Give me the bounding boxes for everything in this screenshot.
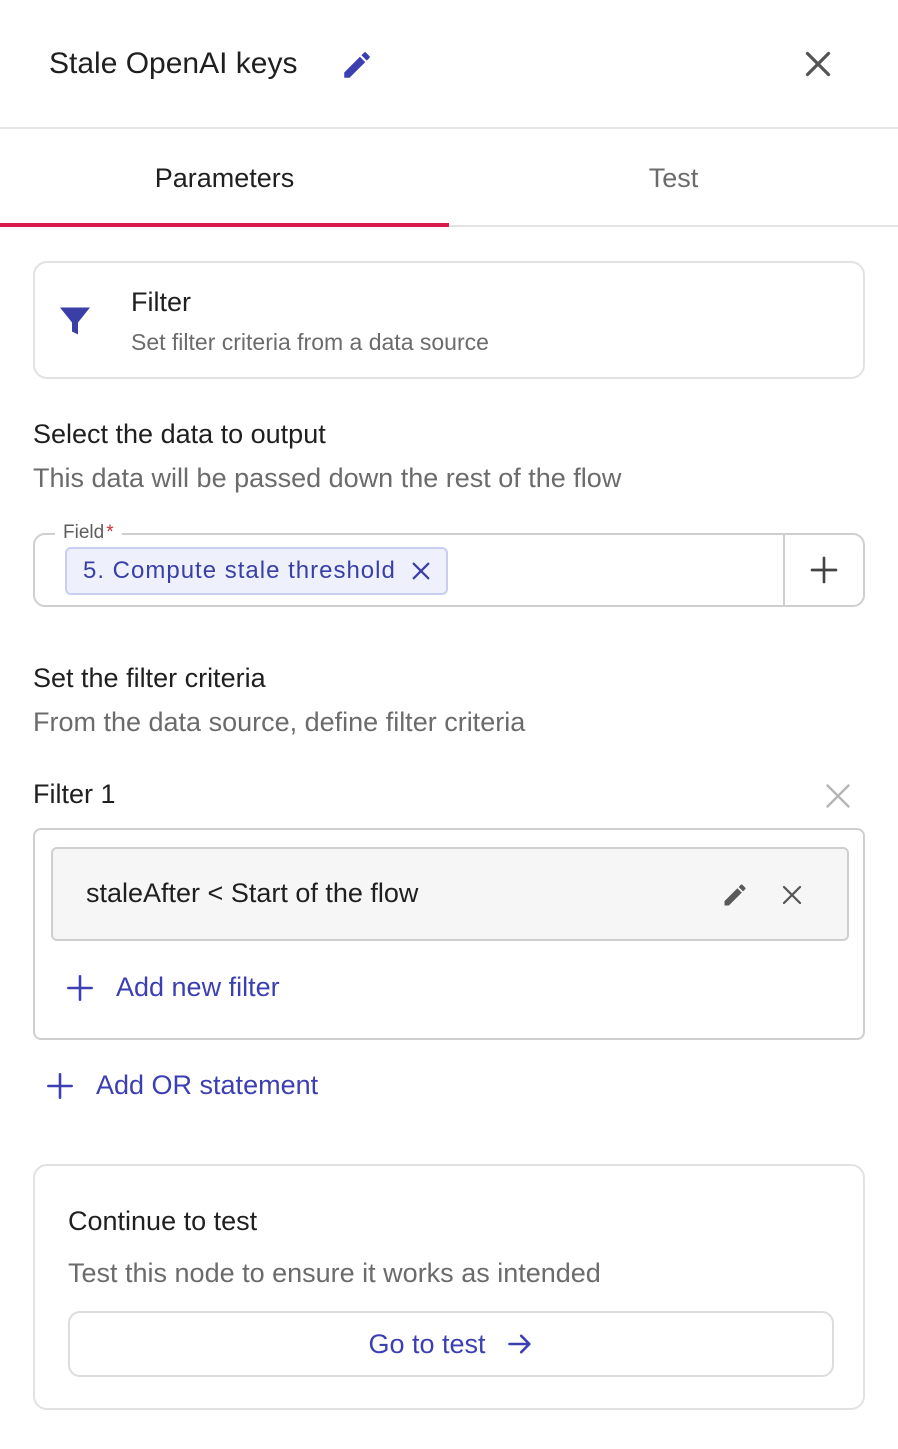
edit-condition-icon[interactable] <box>721 881 749 909</box>
test-card-title: Continue to test <box>68 1206 258 1236</box>
chip-label: 5. Compute stale threshold <box>83 557 396 584</box>
add-or-statement-label: Add OR statement <box>96 1070 319 1100</box>
active-tab-indicator <box>0 223 449 227</box>
tab-bar: Parameters Test <box>0 129 898 227</box>
close-icon[interactable] <box>800 46 836 82</box>
filter-group: staleAfter < Start of the flow Add new f… <box>33 828 865 1040</box>
filter-funnel-icon <box>60 307 90 335</box>
go-to-test-button[interactable]: Go to test <box>68 1311 834 1377</box>
add-new-filter-label: Add new filter <box>116 972 280 1002</box>
condition-text: staleAfter < Start of the flow <box>86 878 419 908</box>
plus-icon <box>47 1072 73 1099</box>
go-to-test-label: Go to test <box>368 1328 486 1359</box>
pencil-icon[interactable] <box>340 48 374 82</box>
required-marker: * <box>106 522 114 543</box>
remove-condition-icon[interactable] <box>780 883 804 907</box>
continue-to-test-card: Continue to test Test this node to ensur… <box>33 1164 865 1410</box>
filter-group-label: Filter 1 <box>33 779 116 809</box>
node-title: Filter <box>131 287 191 317</box>
node-subtitle: Set filter criteria from a data source <box>131 329 489 355</box>
add-or-statement-button[interactable]: Add OR statement <box>46 1070 318 1101</box>
panel-header: Stale OpenAI keys <box>0 0 898 129</box>
panel-title: Stale OpenAI keys <box>49 47 298 80</box>
field-legend: Field * <box>55 519 122 547</box>
arrow-right-icon <box>507 1334 531 1354</box>
add-field-button[interactable] <box>783 535 863 605</box>
node-info-card: Filter Set filter criteria from a data s… <box>33 261 865 379</box>
criteria-section-subtitle: From the data source, define filter crit… <box>33 707 526 737</box>
tab-parameters[interactable]: Parameters <box>0 129 449 227</box>
tab-test[interactable]: Test <box>449 129 898 227</box>
add-new-filter-button[interactable]: Add new filter <box>66 972 280 1003</box>
filter-condition[interactable]: staleAfter < Start of the flow <box>51 847 849 941</box>
output-section-title: Select the data to output <box>33 419 326 449</box>
plus-icon <box>67 974 93 1001</box>
plus-icon <box>810 556 838 584</box>
remove-chip-icon[interactable] <box>410 560 432 582</box>
selected-data-chip[interactable]: 5. Compute stale threshold <box>65 547 448 595</box>
test-card-subtitle: Test this node to ensure it works as int… <box>68 1258 601 1288</box>
criteria-section-title: Set the filter criteria <box>33 663 266 693</box>
remove-filter-group-icon[interactable] <box>824 782 852 810</box>
output-field[interactable]: Field * 5. Compute stale threshold <box>33 519 865 607</box>
field-label: Field <box>63 522 105 543</box>
output-section-subtitle: This data will be passed down the rest o… <box>33 463 622 493</box>
